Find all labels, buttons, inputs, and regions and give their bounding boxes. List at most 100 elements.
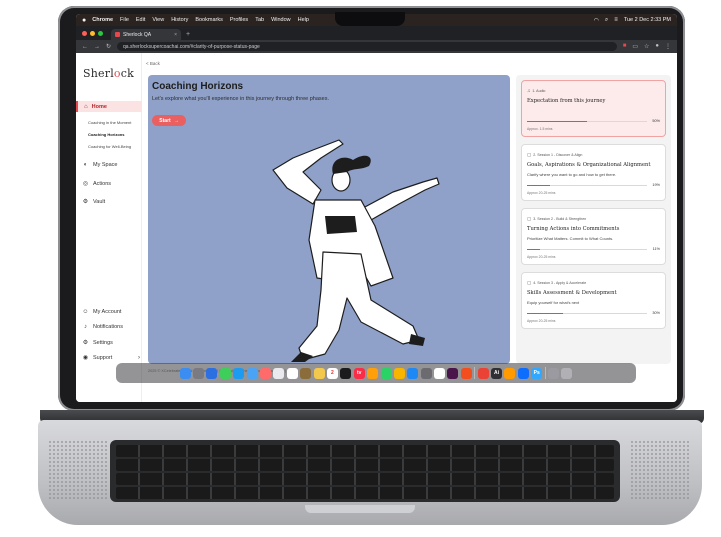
bookmark-star-icon[interactable]: ☆ (644, 43, 649, 50)
close-tab-icon[interactable]: × (174, 32, 177, 38)
dock-app-icon[interactable] (434, 367, 446, 379)
camera-notch (335, 12, 405, 26)
dock-app-icon[interactable] (504, 367, 516, 379)
address-bar[interactable]: qa.sherlocksupercoachai.com/#clarity-of-… (117, 42, 617, 51)
dock-app-icon[interactable] (477, 367, 489, 379)
sidebar-item-vault[interactable]: ⚙ Vault (82, 198, 140, 206)
phase-duration: Approx 20-25 mins (527, 255, 556, 259)
dock-app-icon[interactable] (313, 367, 325, 379)
tab-title: Sherlock QA (123, 31, 152, 38)
menu-profiles[interactable]: Profiles (230, 17, 248, 23)
hero-panel: Coaching Horizons Let's explore what you… (148, 75, 510, 364)
dock-app-icon[interactable] (219, 367, 231, 379)
close-window-icon[interactable] (82, 30, 87, 36)
dock-app-icon[interactable] (273, 367, 285, 379)
keyboard (110, 440, 620, 502)
dock-separator (474, 367, 476, 379)
start-button[interactable]: Start → (152, 115, 186, 126)
back-arrow-icon[interactable]: ← (82, 44, 88, 50)
gear-icon: ⚙ (82, 340, 89, 346)
sidebar-sub-coaching-horizons[interactable]: Coaching Horizons (88, 132, 124, 137)
search-icon[interactable]: ⌕ (605, 17, 608, 24)
phase-title: Goals, Aspirations & Organizational Alig… (527, 162, 651, 168)
main-content: < Back Coaching Horizons Let's explore w… (142, 53, 677, 402)
sidebar-item-my-account[interactable]: ☺ My Account (82, 309, 140, 315)
back-link[interactable]: < Back (146, 61, 160, 66)
dock-app-icon[interactable] (179, 367, 191, 379)
dancing-woman-illustration (272, 139, 440, 362)
dock-app-icon[interactable] (286, 367, 298, 379)
dock-app-icon[interactable]: 2 (326, 367, 338, 379)
profile-icon[interactable]: ● (655, 43, 659, 50)
sidebar-item-home[interactable]: ⌂ Home (76, 101, 142, 112)
sidebar-sub-coaching-wellbeing[interactable]: Coaching for Well-Being (88, 144, 131, 149)
menu-chrome[interactable]: Chrome (92, 17, 113, 23)
kebab-menu-icon[interactable]: ⋮ (665, 43, 671, 50)
dock-app-icon[interactable] (233, 367, 245, 379)
menu-window[interactable]: Window (271, 17, 291, 23)
sidebar-item-support[interactable]: ◉ Support › (82, 354, 140, 362)
new-tab-icon[interactable]: + (186, 29, 190, 40)
sidebar-item-actions[interactable]: ◎ Actions (82, 180, 140, 188)
menu-bookmarks[interactable]: Bookmarks (195, 17, 223, 23)
menu-file[interactable]: File (120, 17, 129, 23)
user-icon: ☺ (82, 309, 89, 315)
dock-app-icon[interactable] (340, 367, 352, 379)
wifi-icon[interactable]: ◠ (594, 17, 599, 24)
sherlock-logo[interactable]: Sherlock (83, 67, 134, 80)
sidebar-item-settings[interactable]: ⚙ Settings (82, 339, 140, 347)
forward-arrow-icon[interactable]: → (94, 44, 100, 50)
menu-help[interactable]: Help (298, 17, 309, 23)
page-title: Coaching Horizons (152, 81, 244, 92)
dock-app-icon[interactable] (300, 367, 312, 379)
phase-card-3[interactable]: ▢ 3. Session 2 - Build & Strengthen Turni… (521, 208, 666, 265)
dock-app-icon[interactable] (193, 367, 205, 379)
dock-app-icon[interactable] (367, 367, 379, 379)
apple-menu-icon[interactable]: ● (82, 17, 86, 24)
reload-icon[interactable]: ↻ (106, 43, 111, 50)
dock-app-icon[interactable]: tv (353, 367, 365, 379)
dock-app-icon[interactable] (380, 367, 392, 379)
dock-app-icon[interactable]: Ps (531, 367, 543, 379)
sidebar-item-notifications[interactable]: ♪ Notifications (82, 324, 140, 330)
home-icon: ⌂ (84, 103, 88, 110)
sidebar-sub-coaching-moment[interactable]: Coaching in the Moment (88, 120, 131, 125)
menu-history[interactable]: History (171, 17, 188, 23)
phase-card-2[interactable]: ▢ 2. Session 1 - Discover & Align Goals, … (521, 144, 666, 201)
dock-app-icon[interactable] (407, 367, 419, 379)
sherlock-favicon-icon (115, 32, 120, 37)
dock-app-icon[interactable] (206, 367, 218, 379)
maximize-window-icon[interactable] (98, 30, 103, 36)
phase-duration: Approx 20-25 mins (527, 319, 556, 323)
support-icon: ◉ (82, 355, 89, 361)
dock-app-icon[interactable] (246, 367, 258, 379)
dock-app-icon[interactable] (547, 367, 559, 379)
control-center-icon[interactable]: ≡ (614, 17, 618, 23)
sidebar-item-my-space[interactable]: ◐ My Space (82, 162, 140, 168)
minimize-window-icon[interactable] (90, 30, 95, 36)
phase-card-1[interactable]: ♫ 1. Audio Expectation from this journey … (521, 80, 666, 137)
browser-tab[interactable]: Sherlock QA × (111, 29, 181, 40)
dock-app-icon[interactable] (259, 367, 271, 379)
dock-app-icon[interactable] (460, 367, 472, 379)
dock-app-icon[interactable] (420, 367, 432, 379)
menubar-datetime[interactable]: Tue 2 Dec 2:33 PM (624, 17, 671, 23)
progress-bar (527, 249, 647, 251)
cast-icon[interactable]: ▭ (632, 43, 638, 50)
phase-description: Clarify where you want to go and how to … (527, 172, 617, 177)
progress-fill (527, 313, 563, 315)
menu-edit[interactable]: Edit (136, 17, 145, 23)
phase-card-4[interactable]: ▢ 4. Session 3 - Apply & Accelerate Skill… (521, 272, 666, 329)
menu-view[interactable]: View (152, 17, 164, 23)
dock-app-icon[interactable] (447, 367, 459, 379)
menu-tab[interactable]: Tab (255, 17, 264, 23)
my-space-icon: ◐ (83, 162, 88, 168)
arrow-right-icon: → (173, 117, 179, 124)
dock-app-icon[interactable]: Ai (491, 367, 503, 379)
dock-app-icon[interactable] (561, 367, 573, 379)
dock-app-icon[interactable] (393, 367, 405, 379)
extension-icon[interactable]: ■ (623, 43, 627, 50)
phase-description: Equip yourself for what's next (527, 300, 580, 305)
progress-fill (527, 249, 541, 251)
dock-app-icon[interactable] (517, 367, 529, 379)
